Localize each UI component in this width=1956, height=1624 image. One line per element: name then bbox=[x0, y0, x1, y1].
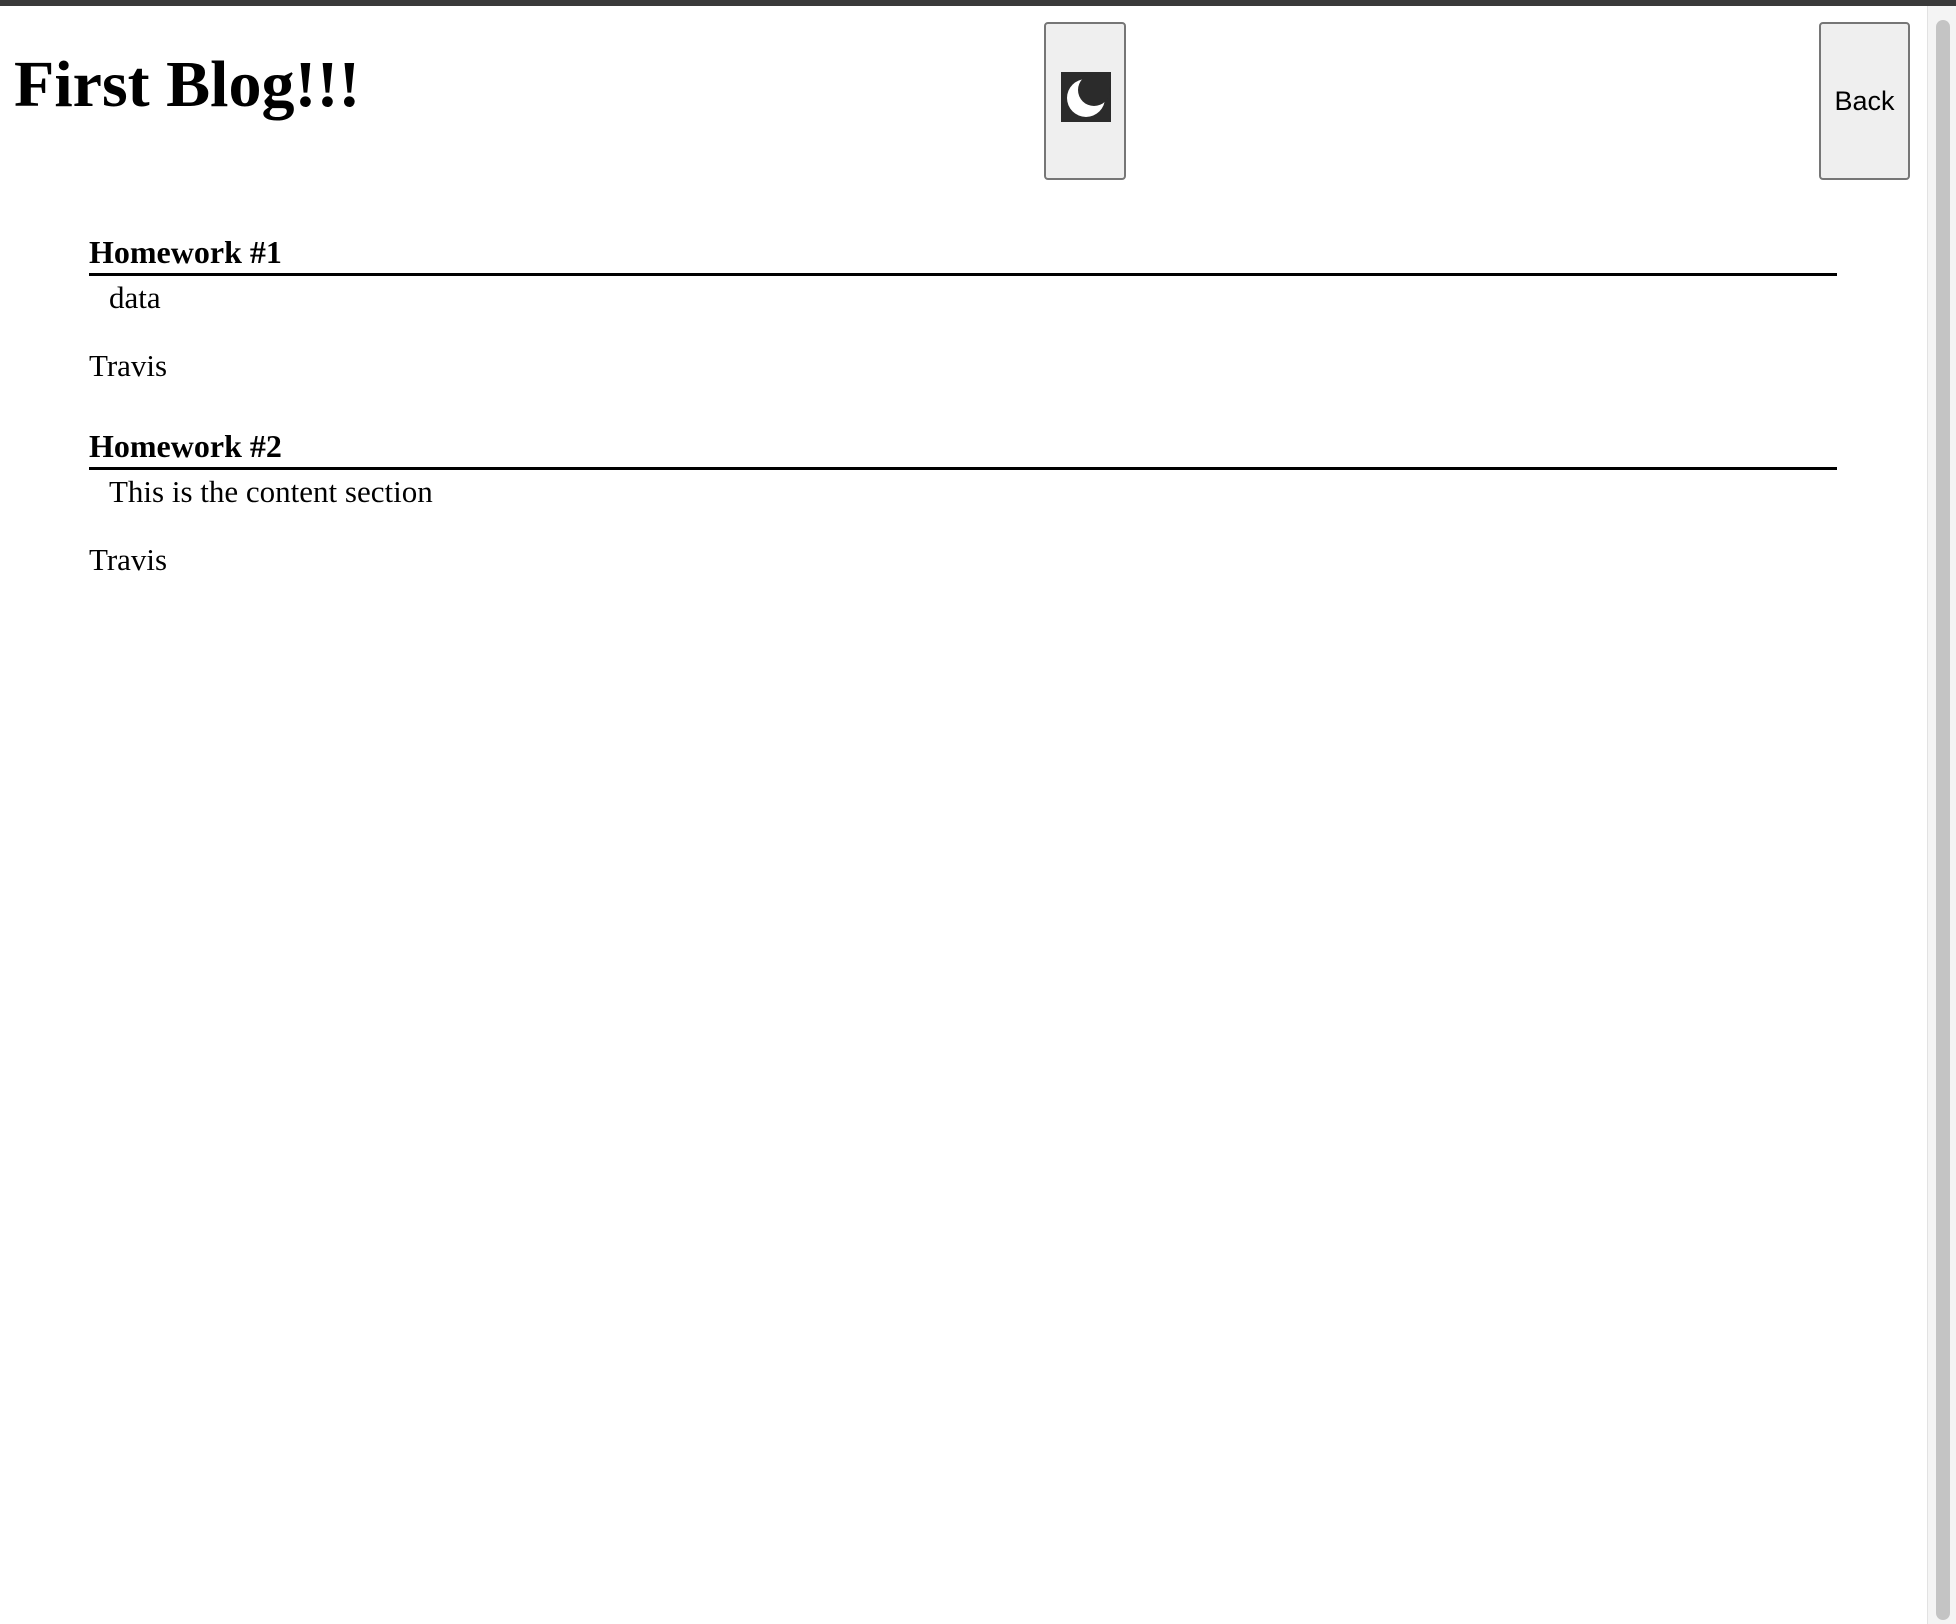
post-title: Homework #2 bbox=[89, 426, 1837, 470]
post-author: Travis bbox=[89, 348, 168, 383]
post-item: Homework #2 This is the content section … bbox=[89, 426, 1837, 580]
post-content: This is the content section bbox=[109, 474, 433, 509]
window-top-border bbox=[0, 0, 1956, 6]
moon-icon bbox=[1061, 72, 1111, 122]
back-button[interactable]: Back bbox=[1819, 22, 1910, 180]
page-title: First Blog!!! bbox=[14, 48, 361, 121]
post-title: Homework #1 bbox=[89, 232, 1837, 276]
scrollbar-thumb[interactable] bbox=[1936, 20, 1950, 1620]
post-list: Homework #1 data Travis Homework #2 This… bbox=[89, 232, 1837, 620]
post-author: Travis bbox=[89, 542, 168, 577]
theme-toggle-button[interactable] bbox=[1044, 22, 1126, 180]
post-item: Homework #1 data Travis bbox=[89, 232, 1837, 386]
post-content: data bbox=[109, 280, 161, 315]
vertical-scrollbar[interactable] bbox=[1927, 6, 1956, 1624]
